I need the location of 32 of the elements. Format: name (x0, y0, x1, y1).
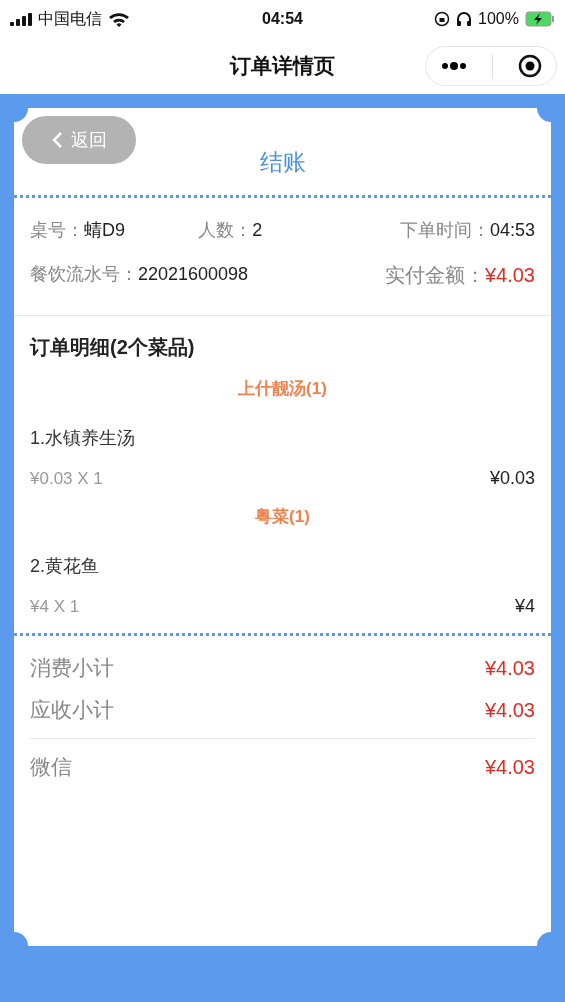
line-total: ¥0.03 (489, 468, 535, 489)
payment-amount: ¥4.03 (484, 755, 535, 779)
info-field: 下单时间：04:53 (399, 218, 535, 242)
back-button[interactable]: 返回 (22, 116, 136, 164)
payment-method: 微信 (30, 754, 72, 780)
info-field: 餐饮流水号：22021600098 (30, 262, 367, 289)
page-title: 订单详情页 (230, 53, 335, 79)
battery-charging-icon (525, 11, 555, 27)
dish-name: 2.黄花鱼 (30, 555, 100, 578)
battery-percent: 100% (478, 10, 519, 28)
summary-amount: ¥4.03 (484, 698, 535, 722)
section-title: 结账 (259, 148, 306, 177)
line-total: ¥4 (514, 596, 535, 617)
signal-icon (10, 12, 32, 26)
headphones-icon (456, 11, 473, 27)
info-field: 人数：2 (198, 218, 367, 242)
wifi-icon (108, 11, 130, 27)
carrier-name: 中国电信 (38, 8, 102, 29)
unit-price: ¥4 X 1 (30, 596, 80, 617)
dish-name: 1.水镇养生汤 (30, 427, 136, 450)
category-heading: 上什靓汤(1) (238, 378, 327, 400)
info-field: 实付金额：¥4.03 (384, 262, 535, 289)
summary-label: 消费小计 (30, 655, 114, 681)
unit-price: ¥0.03 X 1 (30, 468, 103, 489)
summary-label: 应收小计 (30, 697, 114, 723)
rotation-lock-icon (434, 11, 451, 27)
info-field: 桌号：蜻D9 (30, 218, 199, 242)
chevron-left-icon (51, 131, 63, 149)
summary-amount: ¥4.03 (484, 656, 535, 680)
clock-time: 04:54 (262, 10, 303, 28)
details-heading: 订单明细(2个菜品) (30, 335, 196, 360)
category-heading: 粤菜(1) (255, 506, 310, 528)
